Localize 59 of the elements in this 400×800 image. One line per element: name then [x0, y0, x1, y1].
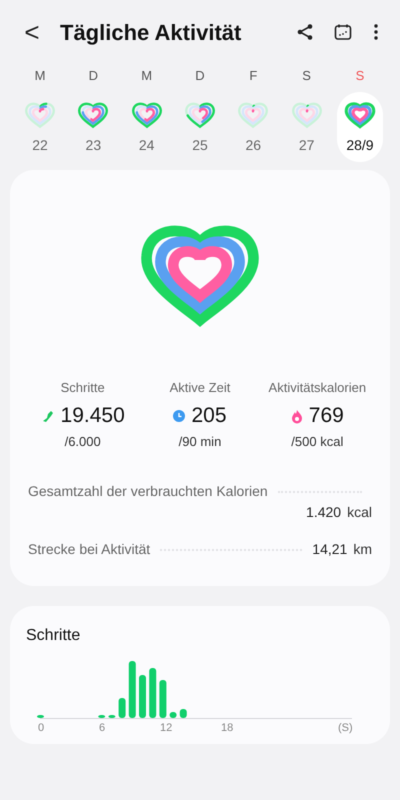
- chart-bar: [98, 715, 106, 718]
- stat-label: Schritte: [60, 378, 105, 397]
- day-item[interactable]: 28/9: [336, 92, 383, 162]
- weekday-label: F: [249, 67, 258, 84]
- chart-bar: [108, 715, 116, 718]
- axis-label: 12: [160, 721, 172, 736]
- stat-value: 769: [308, 403, 344, 430]
- card-title: Schritte: [26, 626, 82, 646]
- stat-goal: /90 min: [178, 432, 222, 451]
- day-date: 24: [138, 136, 154, 155]
- day-item[interactable]: 25: [176, 92, 223, 162]
- stat-label: Aktive Zeit: [170, 378, 230, 397]
- weekday-label: S: [356, 67, 364, 84]
- more-icon[interactable]: [374, 24, 378, 40]
- detail-value: 14,21: [312, 540, 348, 560]
- day-date: 26: [246, 136, 262, 155]
- axis-label: 0: [38, 721, 44, 736]
- page-title: Tägliche Aktivität: [60, 18, 242, 47]
- axis-label: 6: [99, 721, 106, 736]
- day-date: 27: [298, 136, 314, 155]
- day-date: 23: [86, 136, 102, 155]
- detail-unit: kcal: [347, 503, 372, 522]
- share-icon[interactable]: [296, 23, 314, 41]
- weekday-label: M: [34, 67, 46, 84]
- back-button[interactable]: <: [22, 19, 42, 45]
- weekday-label: M: [141, 67, 152, 84]
- day-item[interactable]: 24: [124, 92, 170, 162]
- day-item[interactable]: 22: [17, 92, 63, 162]
- detail-unit: km: [353, 540, 372, 560]
- detail-value: 1.420: [306, 503, 342, 522]
- chart-bar: [180, 709, 187, 718]
- weekday-label: D: [88, 67, 98, 84]
- day-date: 25: [192, 136, 208, 155]
- axis-label: (S): [338, 721, 353, 736]
- day-item[interactable]: 23: [70, 92, 116, 162]
- stat-goal: /500 kcal: [291, 432, 344, 451]
- weekday-label: D: [195, 67, 205, 84]
- chart-bar: [149, 668, 156, 718]
- day-date: 22: [32, 136, 48, 155]
- axis-label: 18: [221, 721, 234, 736]
- detail-label: Gesamtzahl der verbrauchten Kalorien: [28, 482, 268, 502]
- calendar-icon[interactable]: [334, 23, 352, 41]
- day-item[interactable]: 27: [284, 92, 330, 162]
- day-item[interactable]: 26: [230, 92, 276, 162]
- stat-value: 19.450: [60, 403, 125, 430]
- chart-bar: [118, 698, 126, 718]
- detail-label: Strecke bei Aktivität: [28, 540, 150, 560]
- stat-value: 205: [191, 403, 227, 430]
- stat-label: Aktivitätskalorien: [268, 378, 366, 397]
- clock-icon: [173, 410, 186, 422]
- chart-bar: [37, 715, 44, 718]
- chart-bar: [139, 675, 146, 718]
- stat-goal: /6.000: [64, 432, 101, 451]
- chart-bar: [128, 661, 136, 718]
- chart-bar: [170, 712, 177, 718]
- weekday-label: S: [302, 67, 311, 84]
- chart-bar: [159, 680, 166, 718]
- flame-icon: [290, 408, 303, 424]
- day-date: 28/9: [346, 136, 374, 155]
